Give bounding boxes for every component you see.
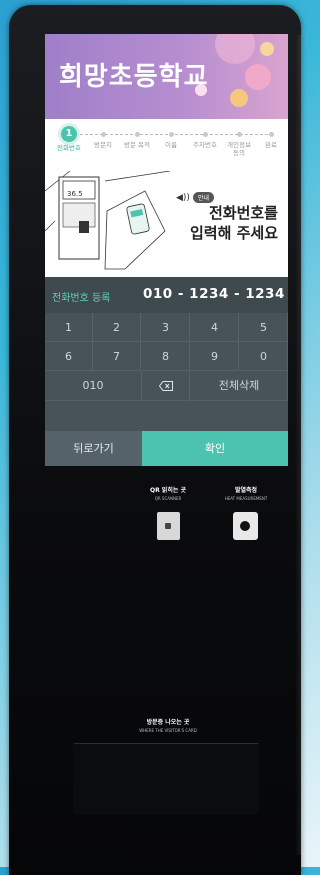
prompt-line: 입력해 주세요	[189, 224, 278, 242]
qr-scanner-label: QR 읽히는 곳 QR SCANNER	[138, 485, 198, 501]
key-3[interactable]: 3	[142, 313, 190, 342]
camera-lens-icon	[240, 521, 250, 531]
banner-decoration	[215, 34, 255, 64]
keypad-spacer	[45, 401, 288, 431]
illustration-readout: 36.5	[67, 190, 83, 198]
guide-panel: 36.5 ◀)) 안내 전화번호를 입력해 주세요	[45, 171, 288, 277]
step-dot	[236, 132, 242, 137]
notice-row: ◀)) 안내	[176, 192, 214, 203]
step-dot	[268, 132, 274, 137]
step-label: 개인정보 동의	[227, 141, 251, 157]
key-6[interactable]: 6	[45, 342, 93, 371]
kiosk-illustration: 36.5	[45, 171, 170, 270]
speaker-icon: ◀))	[176, 192, 190, 203]
step-dot	[100, 132, 106, 137]
clear-all-button[interactable]: 전체삭제	[191, 371, 288, 401]
qr-label-text: QR 읽히는 곳	[150, 487, 186, 494]
backspace-icon	[158, 381, 173, 391]
confirm-button[interactable]: 확인	[142, 431, 288, 466]
step-label: 방문 목적	[124, 141, 150, 149]
key-9[interactable]: 9	[191, 342, 239, 371]
key-5[interactable]: 5	[240, 313, 288, 342]
step-dot	[202, 132, 208, 137]
key-1[interactable]: 1	[45, 313, 93, 342]
key-prefix-010[interactable]: 010	[45, 371, 142, 401]
key-8[interactable]: 8	[142, 342, 190, 371]
key-2[interactable]: 2	[93, 313, 141, 342]
backspace-button[interactable]	[142, 371, 190, 401]
card-output-label: 방문증 나오는 곳 WHERE THE VISITOR'S CARD	[118, 717, 218, 733]
step-name: 이름	[153, 124, 189, 149]
school-banner: 희망초등학교	[45, 34, 288, 119]
step-purpose: 방문 목적	[119, 124, 155, 149]
key-0[interactable]: 0	[240, 342, 288, 371]
banner-decoration	[260, 42, 274, 56]
phone-label: 전화번호 등록	[52, 293, 111, 304]
qr-scanner-window	[157, 512, 180, 540]
heat-sensor	[233, 512, 258, 540]
step-privacy: 개인정보 동의	[221, 124, 257, 157]
notice-badge: 안내	[192, 192, 214, 203]
heat-label-text: 발열측정	[234, 487, 258, 494]
qr-sensor-icon	[165, 523, 171, 529]
school-name: 희망초등학교	[59, 62, 209, 92]
step-label: 주차번호	[193, 141, 217, 149]
card-label-text: 방문증 나오는 곳	[146, 719, 190, 726]
step-label: 이름	[165, 141, 177, 149]
banner-decoration	[230, 89, 248, 107]
back-button[interactable]: 뒤로가기	[45, 431, 142, 466]
step-number: 1	[61, 126, 77, 142]
step-dot	[134, 132, 140, 137]
action-bar: 뒤로가기 확인	[45, 431, 288, 466]
step-dot	[168, 132, 174, 137]
progress-steps: 1 전화번호 방문지 방문 목적 이름 주차번호 개인정보 동의 완료	[45, 119, 288, 171]
step-destination: 방문지	[85, 124, 121, 149]
step-label: 완료	[265, 141, 277, 149]
number-keypad: 1 2 3 4 5 6 7 8 9 0 010 전체삭제	[45, 313, 288, 431]
step-label: 전화번호	[57, 144, 81, 152]
phone-value: 010 - 1234 - 1234	[143, 286, 285, 302]
card-sub-text: WHERE THE VISITOR'S CARD	[139, 728, 197, 733]
step-label: 방문지	[94, 141, 112, 149]
step-parking: 주차번호	[187, 124, 223, 149]
banner-decoration	[245, 64, 271, 90]
heat-measure-label: 발열측정 HEAT MEASUREMENT	[215, 485, 277, 501]
heat-sub-text: HEAT MEASUREMENT	[224, 496, 268, 501]
prompt-text: 전화번호를 입력해 주세요	[190, 203, 278, 243]
kiosk-screen: 희망초등학교 1 전화번호 방문지 방문 목적 이름 주차번호 개인정보 동의	[45, 34, 288, 466]
key-7[interactable]: 7	[93, 342, 141, 371]
key-4[interactable]: 4	[191, 313, 239, 342]
prompt-line: 전화번호를	[208, 204, 278, 222]
step-phone: 1 전화번호	[51, 124, 87, 152]
qr-sub-text: QR SCANNER	[154, 496, 182, 501]
card-output-slot	[73, 743, 259, 814]
step-complete: 완료	[253, 124, 288, 149]
phone-field[interactable]: 전화번호 등록 010 - 1234 - 1234	[45, 277, 288, 313]
